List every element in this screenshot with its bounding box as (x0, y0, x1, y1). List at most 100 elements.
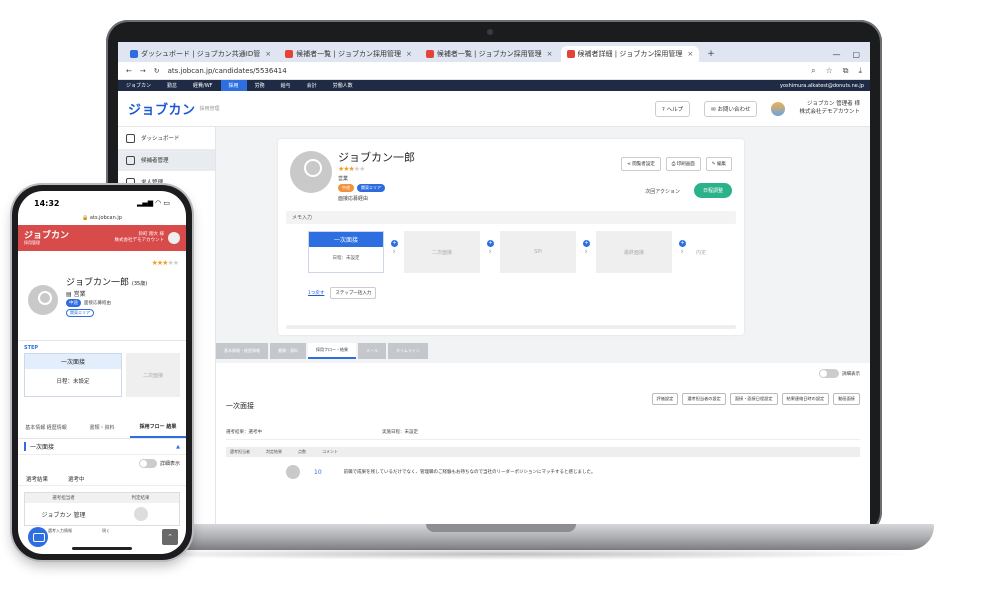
phone-result-row: 選考結果 選考中 (18, 472, 186, 486)
phone-time: 14:32 (34, 198, 60, 208)
step-first-interview[interactable]: 一次面接 日程：未設定 (24, 353, 122, 397)
tab-basic-info[interactable]: 基本情報 経歴情報 (18, 417, 74, 438)
step-second-interview[interactable]: 二次面接 (126, 353, 180, 397)
tab-documents[interactable]: 書類・資料 (74, 417, 130, 438)
favicon-icon (285, 50, 294, 58)
avatar[interactable] (771, 101, 786, 116)
tab-flow-result[interactable]: 採用フロー・結果 (308, 343, 356, 359)
video-interview-button[interactable]: 動画面接 (833, 393, 860, 405)
add-step-icon[interactable]: + (583, 240, 590, 247)
header-user[interactable]: ジョブカン 管理者 様 株式会社デモアカウント (799, 101, 860, 115)
panel-title: 一次面接 (226, 402, 254, 410)
product-nav-item[interactable]: 労働人数 (325, 80, 361, 91)
step-offer[interactable]: 内定 (696, 249, 706, 256)
zoom-icon[interactable]: ⌕ (811, 66, 815, 76)
viewer-settings-button[interactable]: ⋖ 閲覧者設定 (621, 157, 661, 171)
phone-user[interactable]: 鈴町 翔大 様 株式会社デモアカウント (115, 232, 165, 244)
close-icon[interactable]: × (265, 50, 271, 58)
url-input[interactable]: ats.jobcan.jp/candidates/5536414 (168, 67, 287, 75)
sidebar-item-candidates[interactable]: 候補者管理 (118, 149, 215, 171)
step-second-interview[interactable]: 二次面接 (404, 231, 480, 273)
toggle-switch[interactable] (819, 369, 839, 378)
assignee-settings-button[interactable]: 選考担当者の設定 (682, 393, 726, 405)
browser-tab-3[interactable]: 候補者一覧 | ジョブカン採用管理 × (419, 46, 559, 62)
new-tab-button[interactable]: + (701, 46, 721, 62)
table-row: ジョブカン 管理 (25, 503, 179, 525)
minimize-icon[interactable]: — (832, 50, 840, 59)
bulk-step-button[interactable]: ステップ一括入力 (330, 287, 377, 299)
table-header: 選考担当者 判定結果 (25, 493, 179, 503)
account-email[interactable]: yoshimura.alkatest@donuts.ne.jp (772, 80, 870, 91)
help-button[interactable]: ? ヘルプ (654, 100, 691, 117)
tab-flow-result[interactable]: 採用フロー 結果 (130, 417, 186, 438)
avatar[interactable] (168, 232, 180, 244)
forward-icon[interactable]: → (140, 67, 146, 75)
tab-documents[interactable]: 書類・資料 (270, 343, 306, 359)
product-nav-item[interactable]: 労務 (247, 80, 273, 91)
evaluation-settings-button[interactable]: 評価設定 (651, 393, 679, 405)
step-spi[interactable]: SPI (500, 231, 576, 273)
chevron-up-icon[interactable]: ▲ (176, 444, 180, 450)
horizontal-scrollbar[interactable] (286, 325, 736, 329)
reload-icon[interactable]: ↻ (154, 67, 160, 75)
chevron-up-icon[interactable]: ⌃ (162, 529, 178, 545)
tab-mail[interactable]: メール (358, 343, 386, 359)
product-nav-item[interactable]: 給与 (273, 80, 299, 91)
add-step-icon[interactable]: + (391, 240, 398, 247)
back-icon[interactable]: ← (126, 67, 132, 75)
browser-tab-bar: ダッシュボード | ジョブカン共通ID管 × 候補者一覧 | ジョブカン採用管理… (118, 42, 870, 62)
memo-input[interactable]: メモ入力 (286, 211, 736, 224)
candidate-dept: ▤ 営業 (66, 291, 86, 298)
star-icon[interactable]: ☆ (826, 66, 833, 76)
step-final-interview[interactable]: 最終面接 (596, 231, 672, 273)
comment-text: 前職で成果を残しているだけでなく、管理職のご経験もお持ちなので当社のリーダーポジ… (343, 470, 596, 475)
interview-schedule-button[interactable]: 面接・面接日程設定 (729, 393, 778, 405)
edit-button[interactable]: ✎ 編集 (705, 157, 732, 171)
tab-basic-info[interactable]: 基本情報・経歴情報 (216, 343, 268, 359)
logo[interactable]: ジョブカン 採用管理 (24, 231, 69, 245)
next-action-label: 次回アクション (645, 189, 680, 195)
schedule-button[interactable]: 日程調整 (693, 183, 732, 198)
avatar (133, 507, 148, 521)
phone-url[interactable]: 🔒 ats.jobcan.jp (18, 215, 186, 225)
browser-tab-1[interactable]: ダッシュボード | ジョブカン共通ID管 × (124, 46, 278, 62)
print-button[interactable]: ⎙ 印刷画面 (665, 157, 701, 171)
step-label: STEP (24, 345, 39, 351)
candidate-avatar (290, 151, 332, 193)
add-step-icon[interactable]: + (487, 240, 494, 247)
rating-stars[interactable]: ★★★★★ (338, 165, 365, 173)
add-step-icon[interactable]: + (679, 240, 686, 247)
tag-hire-type: 中途 (338, 184, 354, 192)
toggle-switch[interactable] (138, 459, 157, 468)
phone-step-flow: 一次面接 日程：未設定 二次面接 (18, 353, 186, 397)
extensions-icon[interactable]: ⧉ (843, 66, 849, 76)
chat-icon[interactable] (28, 527, 48, 547)
undo-step-link[interactable]: 1つ戻す (308, 290, 324, 296)
contact-button[interactable]: ✉ お問い合わせ (704, 100, 758, 117)
home-icon (126, 133, 135, 143)
sidebar-item-dashboard[interactable]: ダッシュボード (118, 127, 215, 149)
result-contact-button[interactable]: 結果連絡日時の設定 (781, 393, 830, 405)
logo[interactable]: ジョブカン (128, 99, 196, 118)
product-nav-item[interactable]: 会計 (299, 80, 325, 91)
product-nav-item-active[interactable]: 採用 (220, 80, 247, 91)
maximize-icon[interactable]: ▢ (852, 50, 860, 59)
browser-tab-2[interactable]: 候補者一覧 | ジョブカン採用管理 × (279, 46, 418, 62)
close-icon[interactable]: × (406, 50, 412, 58)
product-nav-item[interactable]: 勤怠 (159, 80, 185, 91)
step-first-interview[interactable]: 一次面接 日程：未設定 (308, 231, 384, 273)
phone-app-header: ジョブカン 採用管理 鈴町 翔大 様 株式会社デモアカウント (18, 225, 186, 251)
laptop-frame: ダッシュボード | ジョブカン共通ID管 × 候補者一覧 | ジョブカン採用管理… (106, 20, 882, 534)
camera-dot (487, 29, 493, 35)
phone-section-header[interactable]: 一次面接 ▲ (18, 439, 186, 455)
close-icon[interactable]: × (687, 50, 693, 58)
product-nav-item[interactable]: 経費/WF (185, 80, 221, 91)
detail-toggle[interactable]: 詳細表示 (18, 455, 186, 472)
rating-stars[interactable]: ★★★★★ (152, 259, 179, 267)
download-icon[interactable]: ⤓ (858, 66, 862, 76)
product-nav-item[interactable]: ジョブカン (118, 80, 159, 91)
close-icon[interactable]: × (547, 50, 553, 58)
tab-timeline[interactable]: タイムライン (388, 343, 428, 359)
detail-toggle[interactable]: 詳細表示 (819, 369, 860, 378)
browser-tab-4[interactable]: 候補者詳細 | ジョブカン採用管理 × (560, 46, 700, 62)
